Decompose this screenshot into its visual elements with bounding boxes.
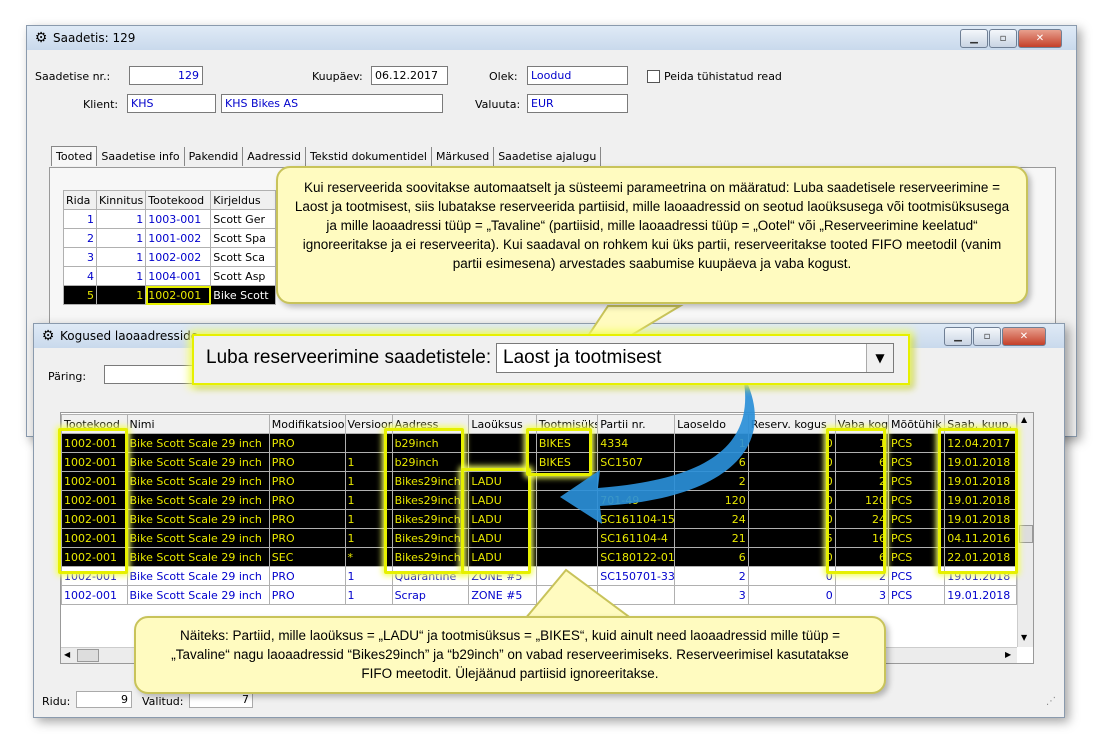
blue-arrow	[560, 372, 755, 524]
reservation-setting-zoom: Luba reserveerimine saadetistele: Laost …	[192, 334, 910, 385]
callout-bottom: Näiteks: Partiid, mille laoüksus = „LADU…	[134, 616, 886, 694]
callout-top-text: Kui reserveerida soovitakse automaatselt…	[294, 180, 1010, 271]
dropdown-arrow-icon[interactable]: ▼	[866, 344, 893, 372]
callout-bottom-text: Näiteks: Partiid, mille laoüksus = „LADU…	[171, 628, 849, 681]
reservation-setting-select[interactable]: Laost ja tootmisest ▼	[496, 343, 894, 373]
reservation-setting-label: Luba reserveerimine saadetistele:	[206, 347, 492, 368]
reservation-setting-value: Laost ja tootmisest	[503, 347, 662, 368]
callout-top: Kui reserveerida soovitakse automaatselt…	[276, 166, 1028, 304]
